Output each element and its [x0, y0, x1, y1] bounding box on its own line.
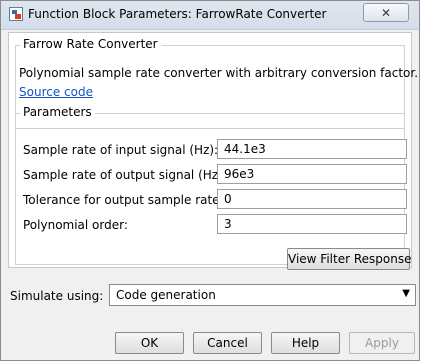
parameters-group-title: Parameters — [20, 105, 95, 119]
input-rate-label: Sample rate of input signal (Hz): — [23, 143, 219, 157]
help-button[interactable]: Help — [271, 332, 340, 354]
block-group-title: Farrow Rate Converter — [20, 37, 161, 51]
simulate-using-value: Code generation — [116, 288, 216, 302]
simulink-block-icon — [9, 7, 23, 21]
tolerance-field[interactable]: 0 — [217, 189, 407, 209]
simulate-using-label: Simulate using: — [10, 289, 104, 303]
title-bar[interactable]: Function Block Parameters: FarrowRate Co… — [1, 1, 419, 30]
apply-button[interactable]: Apply — [349, 332, 415, 354]
simulate-using-dropdown[interactable]: Code generation ▼ — [109, 284, 416, 306]
cancel-button[interactable]: Cancel — [193, 332, 262, 354]
tolerance-label: Tolerance for output sample rate: — [23, 193, 224, 207]
output-rate-label: Sample rate of output signal (Hz): — [23, 168, 227, 182]
polynomial-order-label: Polynomial order: — [23, 218, 128, 232]
parameters-panel: Farrow Rate Converter Polynomial sample … — [8, 32, 418, 270]
input-rate-field[interactable]: 44.1e3 — [217, 139, 407, 159]
close-button[interactable]: ✕ — [363, 3, 409, 22]
dropdown-arrow-icon: ▼ — [402, 288, 410, 299]
window-title: Function Block Parameters: FarrowRate Co… — [28, 7, 327, 21]
output-rate-field[interactable]: 96e3 — [217, 164, 407, 184]
close-icon: ✕ — [380, 6, 392, 20]
polynomial-order-field[interactable]: 3 — [217, 214, 407, 234]
ok-button[interactable]: OK — [115, 332, 184, 354]
block-description: Polynomial sample rate converter with ar… — [19, 66, 419, 80]
view-filter-response-button[interactable]: View Filter Response — [287, 248, 411, 270]
source-code-link[interactable]: Source code — [19, 85, 93, 99]
